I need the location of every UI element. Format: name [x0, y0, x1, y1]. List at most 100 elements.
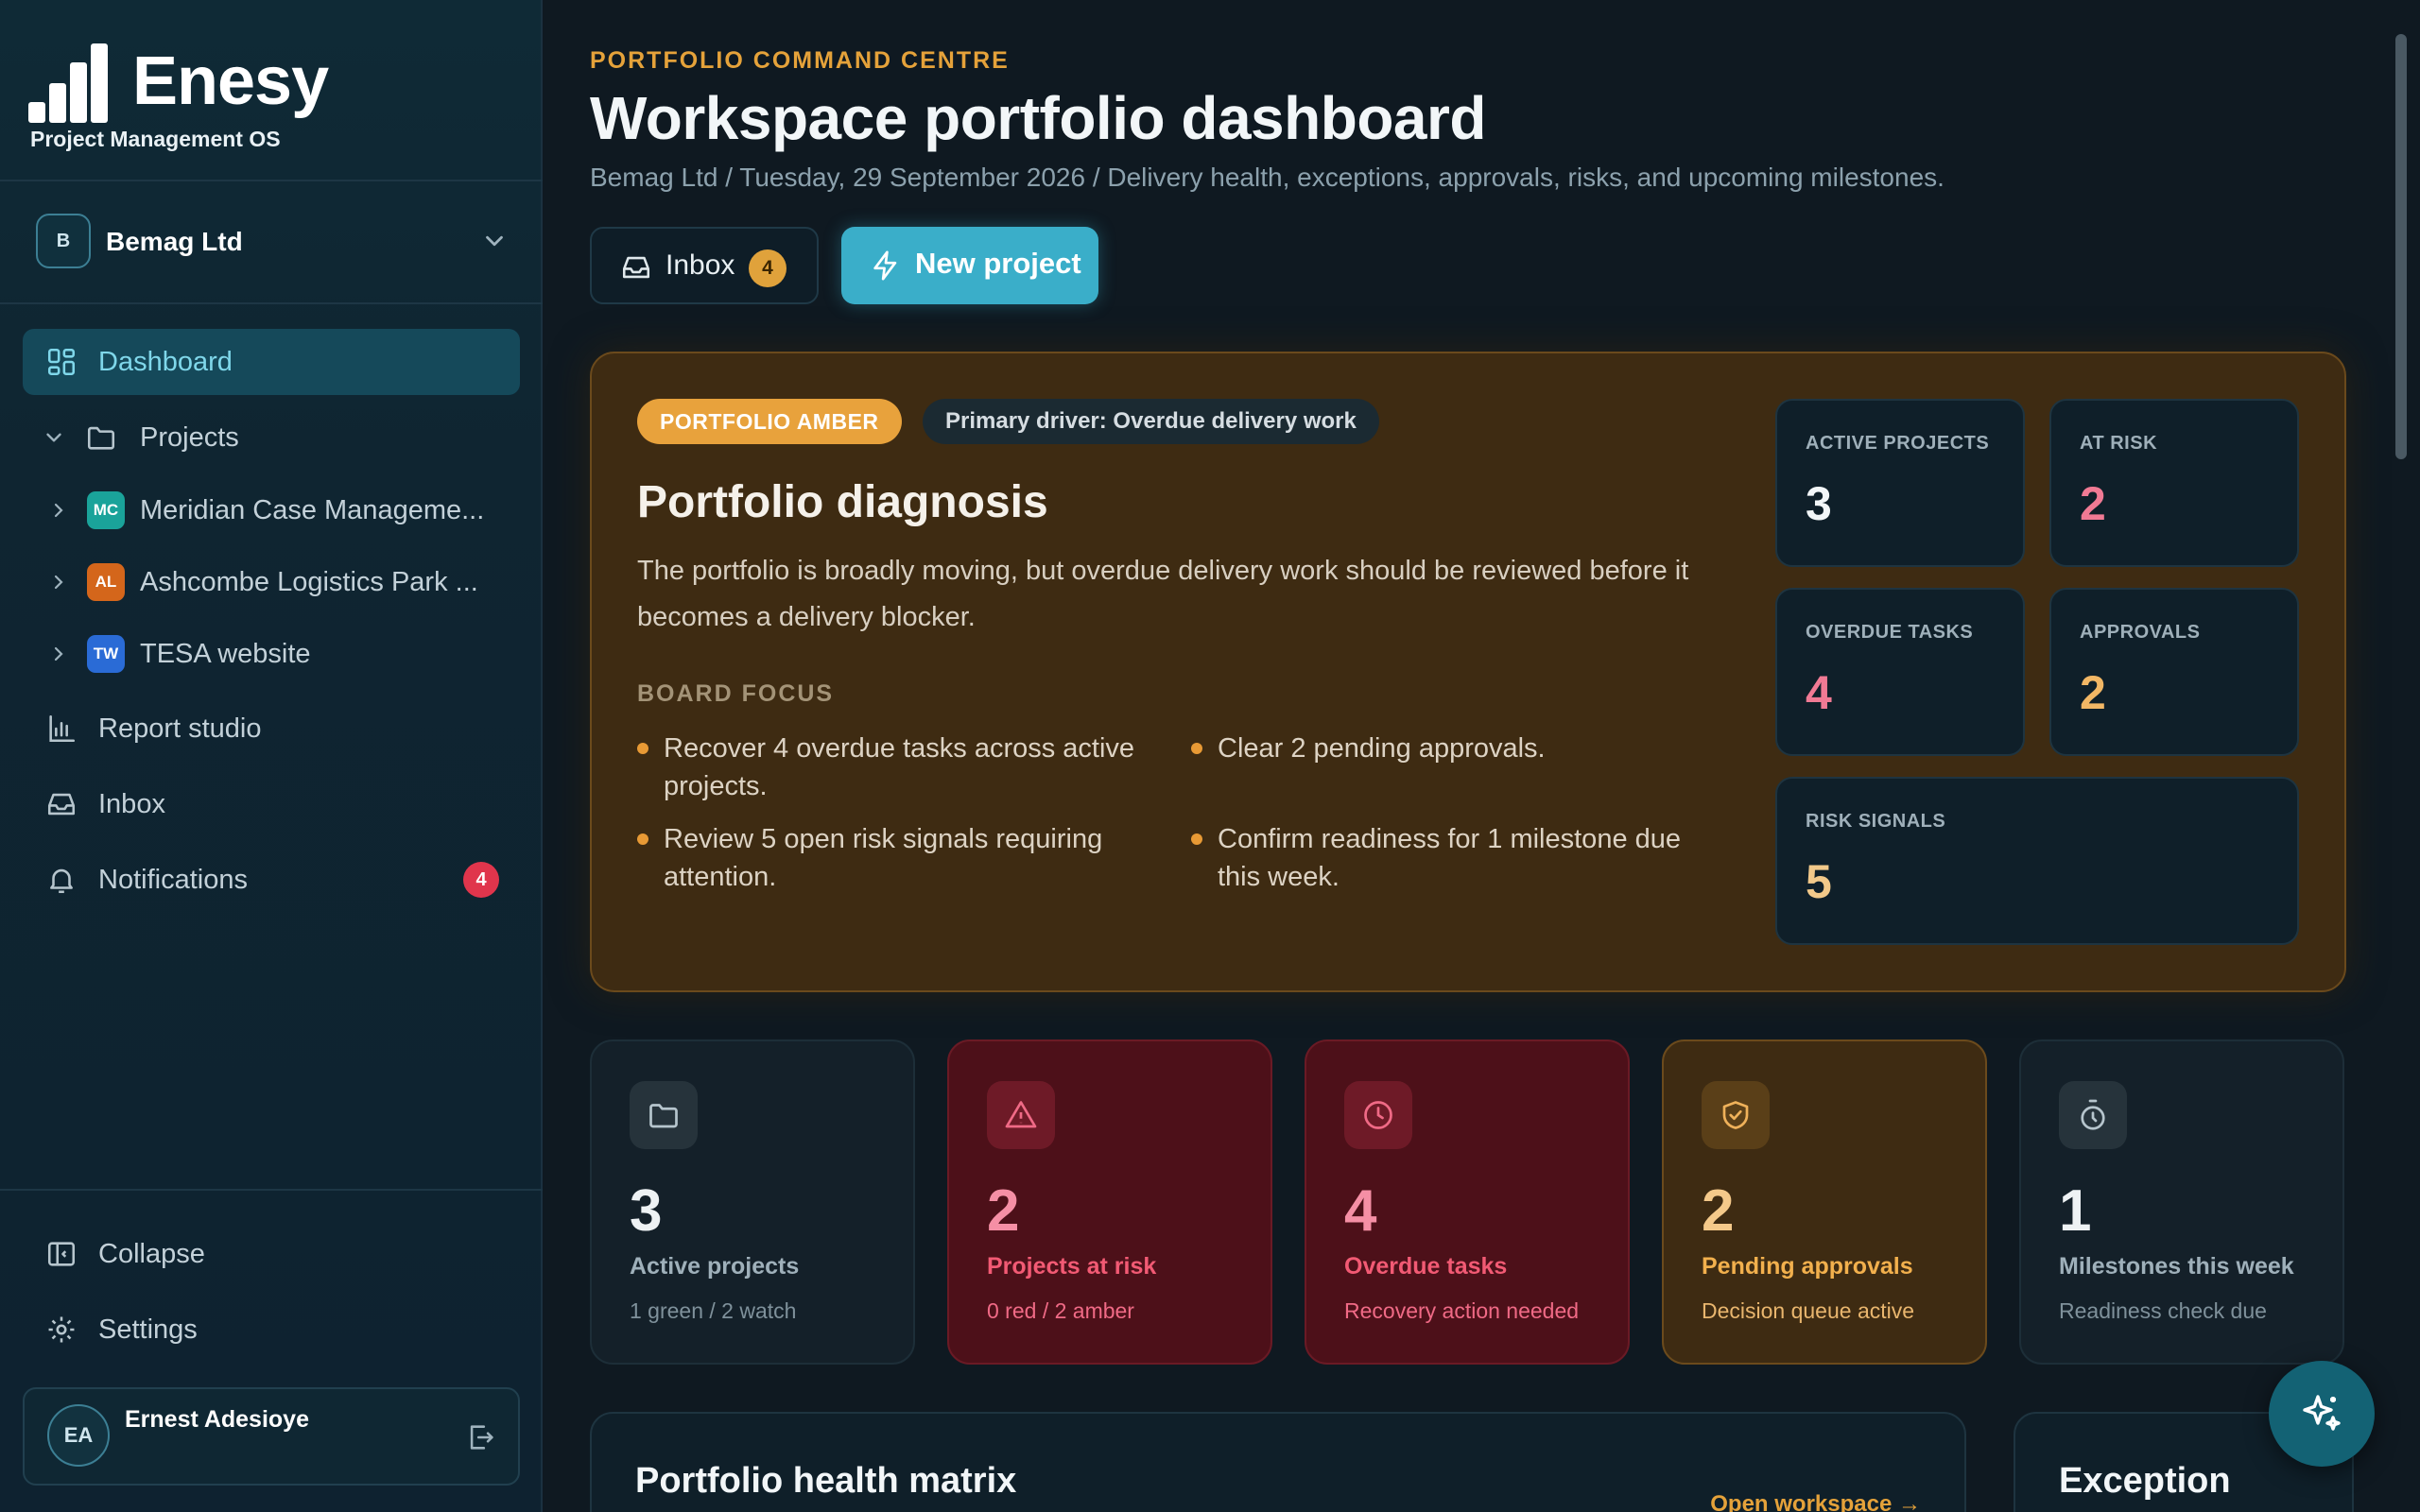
project-badge: AL — [87, 563, 125, 601]
inbox-button[interactable]: Inbox 4 — [590, 227, 819, 304]
collapse-sidebar-icon — [47, 1242, 76, 1266]
kpi-card-active-projects[interactable]: 3 Active projects 1 green / 2 watch — [590, 1040, 915, 1365]
sidebar-item-dashboard[interactable]: Dashboard — [23, 329, 520, 395]
bullet-dot — [1191, 833, 1202, 845]
logout-icon[interactable] — [465, 1421, 497, 1453]
kpi-subtext: 1 green / 2 watch — [630, 1298, 797, 1323]
divider — [0, 1189, 543, 1191]
kpi-card-pending-approvals[interactable]: 2 Pending approvals Decision queue activ… — [1662, 1040, 1987, 1365]
portfolio-diagnosis-panel: PORTFOLIO AMBER Primary driver: Overdue … — [590, 352, 2346, 992]
user-card[interactable]: EA Ernest Adesioye — [23, 1387, 520, 1486]
bullet-dot — [637, 833, 648, 845]
sidebar-item-inbox[interactable]: Inbox — [23, 771, 520, 837]
project-item[interactable]: AL Ashcombe Logistics Park ... — [23, 552, 520, 612]
shield-check-icon — [1702, 1081, 1770, 1149]
focus-item: Confirm readiness for 1 milestone due th… — [1191, 820, 1720, 896]
bullet-dot — [637, 743, 648, 754]
collapse-button[interactable]: Collapse — [23, 1221, 520, 1287]
kpi-label: Pending approvals — [1702, 1253, 1913, 1280]
stat-label: OVERDUE TASKS — [1806, 622, 1974, 643]
org-switcher[interactable]: B Bemag Ltd — [36, 214, 509, 272]
kpi-subtext: Readiness check due — [2059, 1298, 2267, 1323]
brand-tagline: Project Management OS — [30, 127, 281, 151]
project-item[interactable]: TW TESA website — [23, 624, 520, 684]
chevron-down-icon[interactable] — [42, 425, 66, 450]
kpi-subtext: Decision queue active — [1702, 1298, 1915, 1323]
divider — [0, 302, 543, 304]
dashboard-icon — [47, 348, 76, 376]
panel-title: Exception — [2059, 1461, 2231, 1501]
sidebar-item-label: Dashboard — [98, 346, 233, 377]
bar-chart-icon — [49, 714, 76, 743]
lightning-icon — [873, 250, 897, 281]
project-badge: TW — [87, 635, 125, 673]
stat-value: 5 — [1806, 855, 1832, 908]
kpi-label: Milestones this week — [2059, 1253, 2294, 1280]
focus-item-text: Recover 4 overdue tasks across active pr… — [664, 733, 1135, 801]
focus-item-text: Clear 2 pending approvals. — [1218, 733, 1546, 764]
clock-icon — [1344, 1081, 1412, 1149]
panel-title: Portfolio health matrix — [635, 1461, 1017, 1501]
chevron-right-icon[interactable] — [47, 571, 70, 593]
portfolio-health-matrix-panel: Portfolio health matrix Open workspace → — [590, 1412, 1966, 1512]
stat-label: APPROVALS — [2080, 622, 2201, 643]
inbox-count-badge: 4 — [749, 249, 786, 287]
bullet-dot — [1191, 743, 1202, 754]
sidebar-item-notifications[interactable]: Notifications 4 — [23, 847, 520, 913]
collapse-label: Collapse — [98, 1238, 205, 1269]
kpi-value: 2 — [987, 1178, 1020, 1244]
scrollbar-thumb[interactable] — [2395, 34, 2407, 459]
diagnosis-title: Portfolio diagnosis — [637, 477, 1048, 527]
project-item[interactable]: MC Meridian Case Manageme... — [23, 480, 520, 541]
project-label: Ashcombe Logistics Park ... — [140, 566, 478, 597]
sidebar-item-label: Projects — [140, 421, 239, 453]
settings-button[interactable]: Settings — [23, 1297, 520, 1363]
focus-item: Recover 4 overdue tasks across active pr… — [637, 730, 1167, 805]
page-subtitle: Bemag Ltd / Tuesday, 29 September 2026 /… — [590, 163, 1945, 192]
stat-value: 3 — [1806, 477, 1832, 530]
page-title: Workspace portfolio dashboard — [590, 84, 1487, 152]
chevron-right-icon[interactable] — [47, 499, 70, 522]
project-badge: MC — [87, 491, 125, 529]
sidebar-item-label: Inbox — [98, 788, 165, 819]
folder-icon — [87, 426, 115, 450]
primary-driver-badge: Primary driver: Overdue delivery work — [923, 399, 1379, 444]
divider — [0, 180, 543, 181]
diagnosis-text: The portfolio is broadly moving, but ove… — [637, 556, 1689, 632]
chevron-right-icon[interactable] — [47, 643, 70, 665]
new-project-label: New project — [915, 247, 1081, 280]
stat-value: 2 — [2080, 666, 2106, 719]
kpi-card-milestones[interactable]: 1 Milestones this week Readiness check d… — [2019, 1040, 2344, 1365]
stat-risk-signals: RISK SIGNALS 5 — [1775, 777, 2299, 945]
inbox-button-label: Inbox — [666, 249, 735, 281]
new-project-button[interactable]: New project — [841, 227, 1098, 304]
brand[interactable]: Enesy Project Management OS — [28, 42, 520, 155]
warning-icon — [987, 1081, 1055, 1149]
focus-item-text: Review 5 open risk signals requiring att… — [664, 824, 1103, 892]
focus-item-text: Confirm readiness for 1 milestone due th… — [1218, 824, 1682, 892]
folder-icon — [630, 1081, 698, 1149]
stat-label: ACTIVE PROJECTS — [1806, 433, 1990, 454]
open-workspace-link[interactable]: Open workspace → — [1710, 1491, 1921, 1512]
project-label: Meridian Case Manageme... — [140, 494, 485, 525]
ai-assistant-button[interactable] — [2269, 1361, 2375, 1467]
kpi-card-projects-at-risk[interactable]: 2 Projects at risk 0 red / 2 amber — [947, 1040, 1272, 1365]
settings-label: Settings — [98, 1314, 198, 1345]
kpi-label: Overdue tasks — [1344, 1253, 1508, 1280]
stat-active-projects: ACTIVE PROJECTS 3 — [1775, 399, 2025, 567]
user-name: Ernest Adesioye — [125, 1406, 309, 1433]
focus-item: Review 5 open risk signals requiring att… — [637, 820, 1167, 896]
kpi-subtext: Recovery action needed — [1344, 1298, 1580, 1323]
kpi-value: 3 — [630, 1178, 663, 1244]
org-avatar: B — [36, 214, 91, 268]
stat-label: RISK SIGNALS — [1806, 811, 1946, 832]
stat-approvals: APPROVALS 2 — [2049, 588, 2299, 756]
sidebar-item-report-studio[interactable]: Report studio — [23, 696, 520, 762]
sidebar-item-projects[interactable]: Projects — [23, 404, 520, 471]
kpi-value: 4 — [1344, 1178, 1377, 1244]
stat-overdue-tasks: OVERDUE TASKS 4 — [1775, 588, 2025, 756]
brand-logo-icon — [28, 43, 115, 123]
sparkles-icon — [2303, 1395, 2341, 1431]
kpi-card-overdue-tasks[interactable]: 4 Overdue tasks Recovery action needed — [1305, 1040, 1630, 1365]
inbox-icon — [47, 793, 76, 816]
